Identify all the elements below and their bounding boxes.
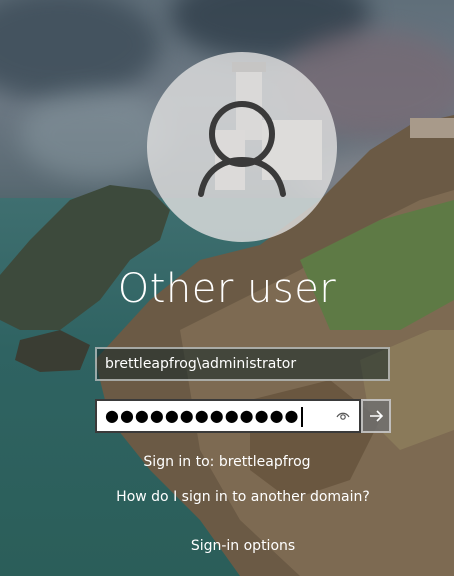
other-domain-link[interactable]: How do I sign in to another domain?: [0, 489, 454, 505]
account-title: Other user: [117, 266, 337, 312]
user-silhouette-icon: [198, 101, 286, 197]
username-field[interactable]: brettleapfrog\administrator: [95, 347, 390, 381]
arrow-right-icon: [370, 410, 384, 422]
sign-in-options-link[interactable]: Sign-in options: [0, 538, 454, 554]
password-mask: ●●●●●●●●●●●●●: [105, 406, 300, 425]
eye-icon[interactable]: [336, 409, 350, 423]
sign-in-to-domain: Sign in to: brettleapfrog: [143, 454, 311, 470]
password-field[interactable]: ●●●●●●●●●●●●●: [95, 399, 361, 433]
submit-button[interactable]: [361, 399, 391, 433]
user-avatar: [147, 52, 337, 242]
text-caret: [300, 406, 303, 427]
